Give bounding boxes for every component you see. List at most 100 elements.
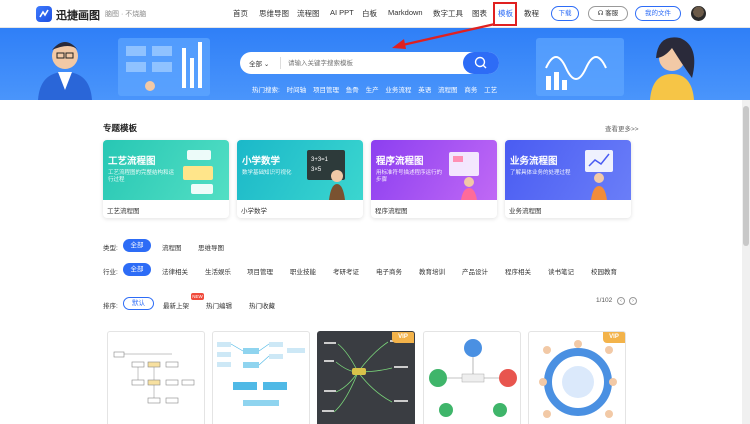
hot-term[interactable]: 流程图 — [438, 87, 458, 94]
svg-text:3+3=1: 3+3=1 — [311, 157, 329, 163]
top-navigation-bar: 迅捷画图 脑图 · 不烧脑 首页 思维导图 流程图 AI PPT 白板 Mark… — [0, 0, 750, 28]
topic-card-title: 小学数学 — [242, 156, 281, 167]
industry-filter-item[interactable]: 项目管理 — [247, 266, 273, 276]
annotation-arrow-icon — [392, 22, 496, 49]
template-thumbnail — [539, 340, 617, 418]
vip-badge: VIP — [603, 332, 625, 343]
prev-page-icon[interactable]: ‹ — [617, 297, 625, 305]
template-card[interactable] — [423, 331, 521, 424]
view-more-link[interactable]: 查看更多>> — [605, 123, 639, 133]
my-files-button[interactable]: 我的文件 — [635, 6, 681, 21]
hot-term[interactable]: 英语 — [418, 87, 431, 94]
hot-search-label: 热门搜索: — [252, 87, 280, 94]
hot-term[interactable]: 项目管理 — [313, 87, 339, 94]
industry-filter-label: 行业: — [103, 269, 118, 276]
page-scrollbar[interactable] — [742, 100, 750, 424]
industry-filter-item[interactable]: 职业技能 — [290, 266, 316, 276]
hot-term[interactable]: 商务 — [464, 87, 477, 94]
nav-tutorials[interactable]: 教程 — [524, 8, 539, 19]
type-filter-mindmap[interactable]: 思维导图 — [198, 242, 224, 252]
industry-filter-item[interactable]: 校园教育 — [591, 266, 617, 276]
industry-filter-item[interactable]: 生活娱乐 — [205, 266, 231, 276]
industry-filter-item[interactable]: 法律相关 — [162, 266, 188, 276]
template-card[interactable]: VIP — [528, 331, 626, 424]
type-filter-label: 类型: — [103, 245, 118, 252]
template-thumbnail — [429, 339, 517, 417]
topic-card-subtitle: 数学基础知识可视化 — [242, 170, 292, 176]
search-icon — [474, 56, 487, 69]
type-filter-all[interactable]: 全部 — [123, 239, 151, 252]
scrollbar-thumb[interactable] — [743, 106, 749, 246]
template-thumbnail — [217, 342, 305, 406]
template-card[interactable] — [212, 331, 310, 424]
industry-filter-item[interactable]: 教育培训 — [419, 266, 445, 276]
topic-card-title: 程序流程图 — [376, 156, 424, 167]
topic-card-program-flow[interactable]: 程序流程图 用标准符号描述程序运行的步骤 程序流程图 — [371, 140, 497, 218]
hot-term[interactable]: 鱼骨 — [346, 87, 359, 94]
search-button[interactable] — [463, 52, 499, 74]
brand-name[interactable]: 迅捷画图 — [56, 7, 100, 23]
nav-mindmap[interactable]: 思维导图 — [259, 8, 289, 19]
type-filter-flowchart[interactable]: 流程图 — [162, 242, 182, 252]
nav-flowchart[interactable]: 流程图 — [297, 8, 320, 19]
search-scope-label: 全部 — [249, 61, 262, 68]
search-scope-dropdown[interactable]: 全部 ⌄ — [249, 58, 269, 68]
topic-card-label: 小学数学 — [241, 208, 267, 215]
hot-term[interactable]: 业务流程 — [385, 87, 411, 94]
industry-filter-item[interactable]: 考研考证 — [333, 266, 359, 276]
new-badge: NEW — [191, 293, 204, 300]
page-indicator: 1/102 — [596, 297, 613, 304]
nav-digital-tools[interactable]: 数字工具 — [433, 8, 463, 19]
brand-slogan: 脑图 · 不烧脑 — [105, 11, 147, 18]
topic-card-subtitle: 了解具体业务的处理过程 — [510, 170, 571, 176]
topic-card-title: 业务流程图 — [510, 156, 558, 167]
industry-filter-item[interactable]: 程序相关 — [505, 266, 531, 276]
topic-card-label: 程序流程图 — [375, 208, 408, 215]
svg-text:3×5: 3×5 — [311, 167, 322, 173]
nav-charts[interactable]: 图表 — [472, 8, 487, 19]
app-logo-icon[interactable] — [36, 6, 52, 22]
topic-card-title: 工艺流程图 — [108, 156, 156, 167]
topic-card-subtitle: 工艺流程图的完整结构和运行过程 — [108, 170, 175, 183]
customer-service-label: 客服 — [605, 10, 619, 17]
topic-card-business-flow[interactable]: 业务流程图 了解具体业务的处理过程 业务流程图 — [505, 140, 631, 218]
banner-left-illustration — [38, 38, 210, 100]
hot-term[interactable]: 生产 — [366, 87, 379, 94]
hot-term[interactable]: 工艺 — [484, 87, 497, 94]
topic-card-label: 工艺流程图 — [107, 208, 140, 215]
sort-hot-edit[interactable]: 热门编辑 — [206, 300, 232, 310]
hot-search-list: 热门搜索: 时间轴 项目管理 鱼骨 生产 业务流程 英语 流程图 商务 工艺 — [252, 84, 502, 94]
topic-card-subtitle: 用标准符号描述程序运行的步骤 — [376, 170, 443, 183]
customer-service-button[interactable]: ☊ 客服 — [588, 6, 628, 21]
nav-markdown[interactable]: Markdown — [388, 8, 423, 17]
template-card[interactable]: VIP — [317, 331, 415, 424]
industry-filter-item[interactable]: 产品设计 — [462, 266, 488, 276]
template-thumbnail — [113, 351, 195, 404]
avatar[interactable] — [691, 6, 706, 21]
download-button[interactable]: 下载 — [551, 6, 579, 21]
industry-filter-item[interactable]: 电子商务 — [376, 266, 402, 276]
template-card[interactable] — [107, 331, 205, 424]
hot-term[interactable]: 时间轴 — [287, 87, 307, 94]
topic-card-primary-math[interactable]: 3+3=1 3×5 小学数学 数学基础知识可视化 小学数学 — [237, 140, 363, 218]
sort-label: 排序: — [103, 303, 118, 310]
next-page-icon[interactable]: › — [629, 297, 637, 305]
sort-default[interactable]: 默认 — [123, 297, 154, 310]
template-search-bar: 全部 ⌄ — [240, 52, 499, 74]
template-thumbnail — [322, 340, 408, 413]
search-input[interactable] — [288, 56, 458, 70]
nav-home[interactable]: 首页 — [233, 8, 248, 19]
industry-filter-all[interactable]: 全部 — [123, 263, 151, 276]
nav-ai-ppt[interactable]: AI PPT — [330, 8, 354, 17]
industry-filter-item[interactable]: 读书笔记 — [548, 266, 574, 276]
chevron-down-icon: ⌄ — [263, 61, 270, 68]
section-title: 专题模板 — [103, 123, 138, 133]
sort-newest[interactable]: 最新上架 — [163, 300, 189, 310]
vip-badge: VIP — [392, 332, 414, 343]
topic-card-craft-flow[interactable]: 工艺流程图 工艺流程图的完整结构和运行过程 工艺流程图 — [103, 140, 229, 218]
sort-hot-collect[interactable]: 热门收藏 — [249, 300, 275, 310]
topic-card-label: 业务流程图 — [509, 208, 542, 215]
nav-whiteboard[interactable]: 白板 — [362, 8, 377, 19]
hero-banner: 全部 ⌄ 热门搜索: 时间轴 项目管理 鱼骨 生产 业务流程 英语 流程图 商务… — [0, 28, 750, 100]
banner-right-illustration — [536, 37, 695, 100]
